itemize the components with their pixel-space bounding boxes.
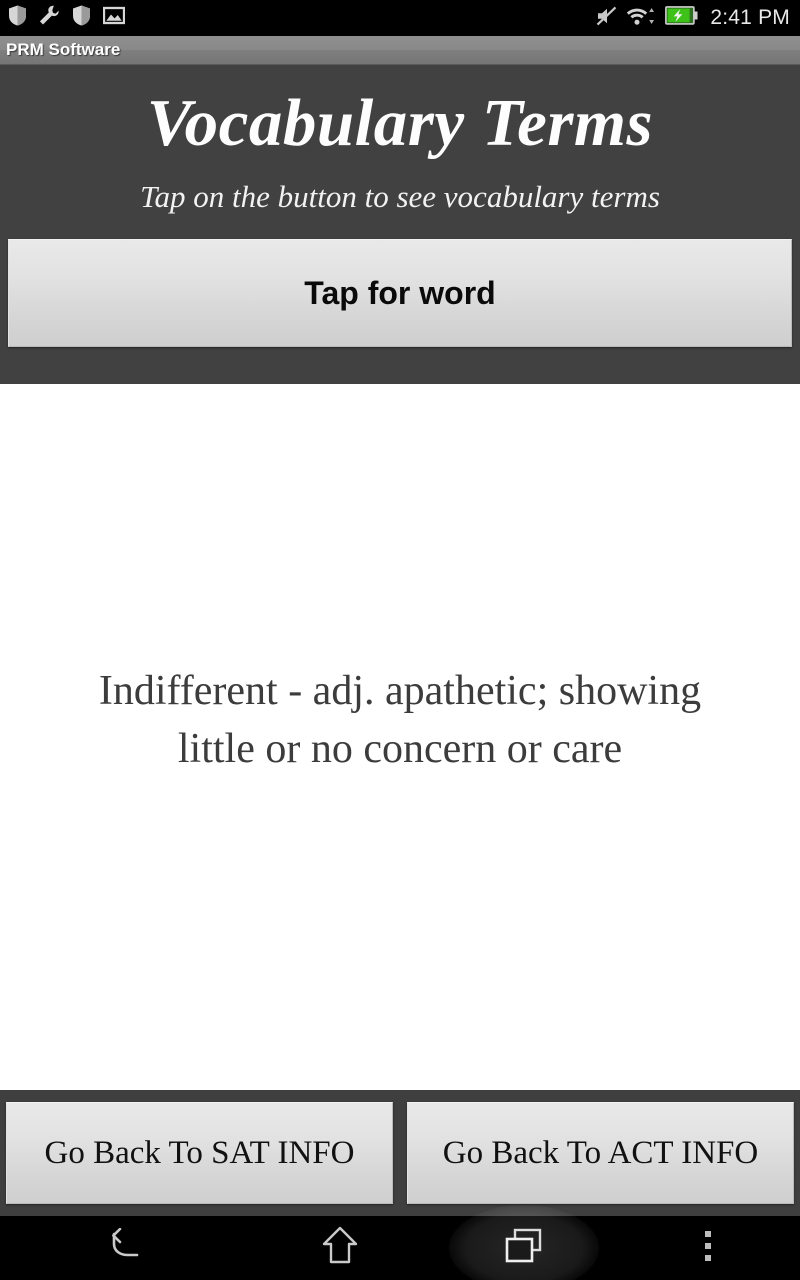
definition-text: Indifferent - adj. apathetic; showing li… [98,667,702,772]
app-screen: 2:41 PM PRM Software Vocabulary Terms Ta… [0,0,800,1280]
volume-muted-icon [596,6,617,31]
app-title: PRM Software [6,40,121,59]
nav-recents-icon [504,1227,544,1270]
shield-icon [8,5,27,31]
wrench-icon [39,5,60,31]
page-subtitle: Tap on the button to see vocabulary term… [140,179,660,214]
system-navigation-bar [0,1205,800,1280]
go-back-act-button-label: Go Back To ACT INFO [442,1134,759,1171]
tap-for-word-button-label: Tap for word [304,274,496,311]
page-title: Vocabulary Terms [146,86,654,160]
image-icon [102,6,126,30]
nav-recents-button[interactable] [432,1205,616,1280]
nav-back-icon [104,1227,144,1269]
status-bar: 2:41 PM [0,0,800,36]
tap-for-word-button[interactable]: Tap for word [8,239,792,347]
status-bar-left-icons [8,5,126,31]
nav-overflow-button[interactable] [616,1216,800,1280]
definition-container: Indifferent - adj. apathetic; showing li… [0,384,800,1090]
wifi-icon [626,6,656,31]
bottom-button-bar: Go Back To SAT INFO Go Back To ACT INFO [0,1090,800,1216]
nav-home-button[interactable] [248,1216,432,1280]
go-back-act-button[interactable]: Go Back To ACT INFO [407,1102,794,1204]
status-bar-right-icons: 2:41 PM [596,6,790,31]
header-panel: Vocabulary Terms Tap on the button to se… [0,65,800,384]
battery-charging-icon [665,6,698,30]
go-back-sat-button-label: Go Back To SAT INFO [44,1134,355,1171]
nav-home-icon [321,1226,359,1271]
status-time: 2:41 PM [710,6,790,29]
nav-back-button[interactable] [0,1216,248,1280]
action-bar: PRM Software [0,36,800,65]
shield-secondary-icon [72,5,91,31]
nav-overflow-icon [703,1229,713,1268]
go-back-sat-button[interactable]: Go Back To SAT INFO [6,1102,393,1204]
